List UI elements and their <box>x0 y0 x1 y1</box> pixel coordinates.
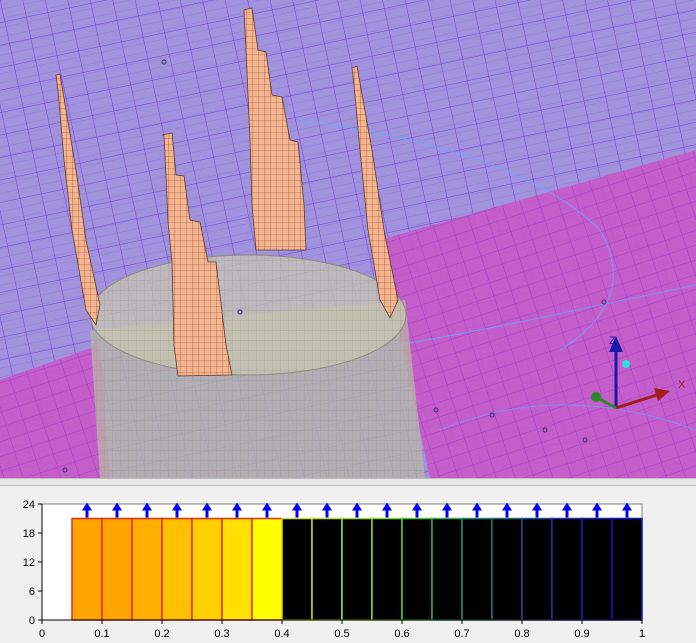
histogram-bar[interactable] <box>341 517 373 621</box>
histogram-bar[interactable] <box>581 517 613 621</box>
cylinder-body[interactable] <box>89 254 425 478</box>
histogram-bar[interactable] <box>491 517 523 621</box>
histogram-bar[interactable] <box>251 517 283 621</box>
x-tick-label: 0.8 <box>514 628 529 640</box>
histogram-bar[interactable] <box>281 517 313 621</box>
axis-z-label: Z <box>609 335 616 347</box>
x-tick-label: 0.2 <box>154 628 169 640</box>
histogram-bar[interactable] <box>221 517 253 621</box>
histogram-panel[interactable]: 0 0.1 0.2 0.3 0.4 0.5 0.6 0.7 0.8 0.9 1 0 6 12 18 24 <box>0 486 696 643</box>
panel-splitter[interactable] <box>0 478 696 486</box>
histogram-bar[interactable] <box>461 517 493 621</box>
histogram-bar[interactable] <box>101 517 133 621</box>
histogram-bar[interactable] <box>161 517 193 621</box>
histogram-bar[interactable] <box>191 517 223 621</box>
histogram-chart[interactable]: 0 0.1 0.2 0.3 0.4 0.5 0.6 0.7 0.8 0.9 1 0 6 12 18 24 <box>0 486 696 643</box>
histogram-bars[interactable] <box>71 517 643 621</box>
y-tick-label: 24 <box>23 499 35 511</box>
histogram-bar[interactable] <box>311 517 343 621</box>
histogram-bar[interactable] <box>401 517 433 621</box>
3d-viewport[interactable]: Z X <box>0 0 696 478</box>
histogram-bar[interactable] <box>611 517 643 621</box>
x-tick-label: 0.4 <box>274 628 289 640</box>
x-tick-label: 1 <box>639 628 645 640</box>
x-tick-label: 0.1 <box>94 628 109 640</box>
histogram-bar[interactable] <box>521 517 553 621</box>
x-tick-label: 0.7 <box>454 628 469 640</box>
histogram-bar[interactable] <box>431 517 463 621</box>
histogram-bar[interactable] <box>71 517 103 621</box>
y-tick-label: 18 <box>23 528 35 540</box>
x-tick-label: 0 <box>39 628 45 640</box>
y-tick-label: 6 <box>29 586 35 598</box>
axis-x-label: X <box>678 379 686 391</box>
histogram-bar[interactable] <box>551 517 583 621</box>
scene-canvas[interactable]: Z X <box>0 0 696 478</box>
histogram-bar[interactable] <box>371 517 403 621</box>
y-tick-label: 0 <box>29 615 35 627</box>
x-tick-label: 0.9 <box>574 628 589 640</box>
y-tick-label: 12 <box>23 557 35 569</box>
x-tick-label: 0.6 <box>394 628 409 640</box>
x-tick-label: 0.3 <box>214 628 229 640</box>
x-axis: 0 0.1 0.2 0.3 0.4 0.5 0.6 0.7 0.8 0.9 1 <box>39 619 645 640</box>
y-axis: 0 6 12 18 24 <box>23 499 43 627</box>
x-tick-label: 0.5 <box>334 628 349 640</box>
histogram-bar[interactable] <box>131 517 163 621</box>
